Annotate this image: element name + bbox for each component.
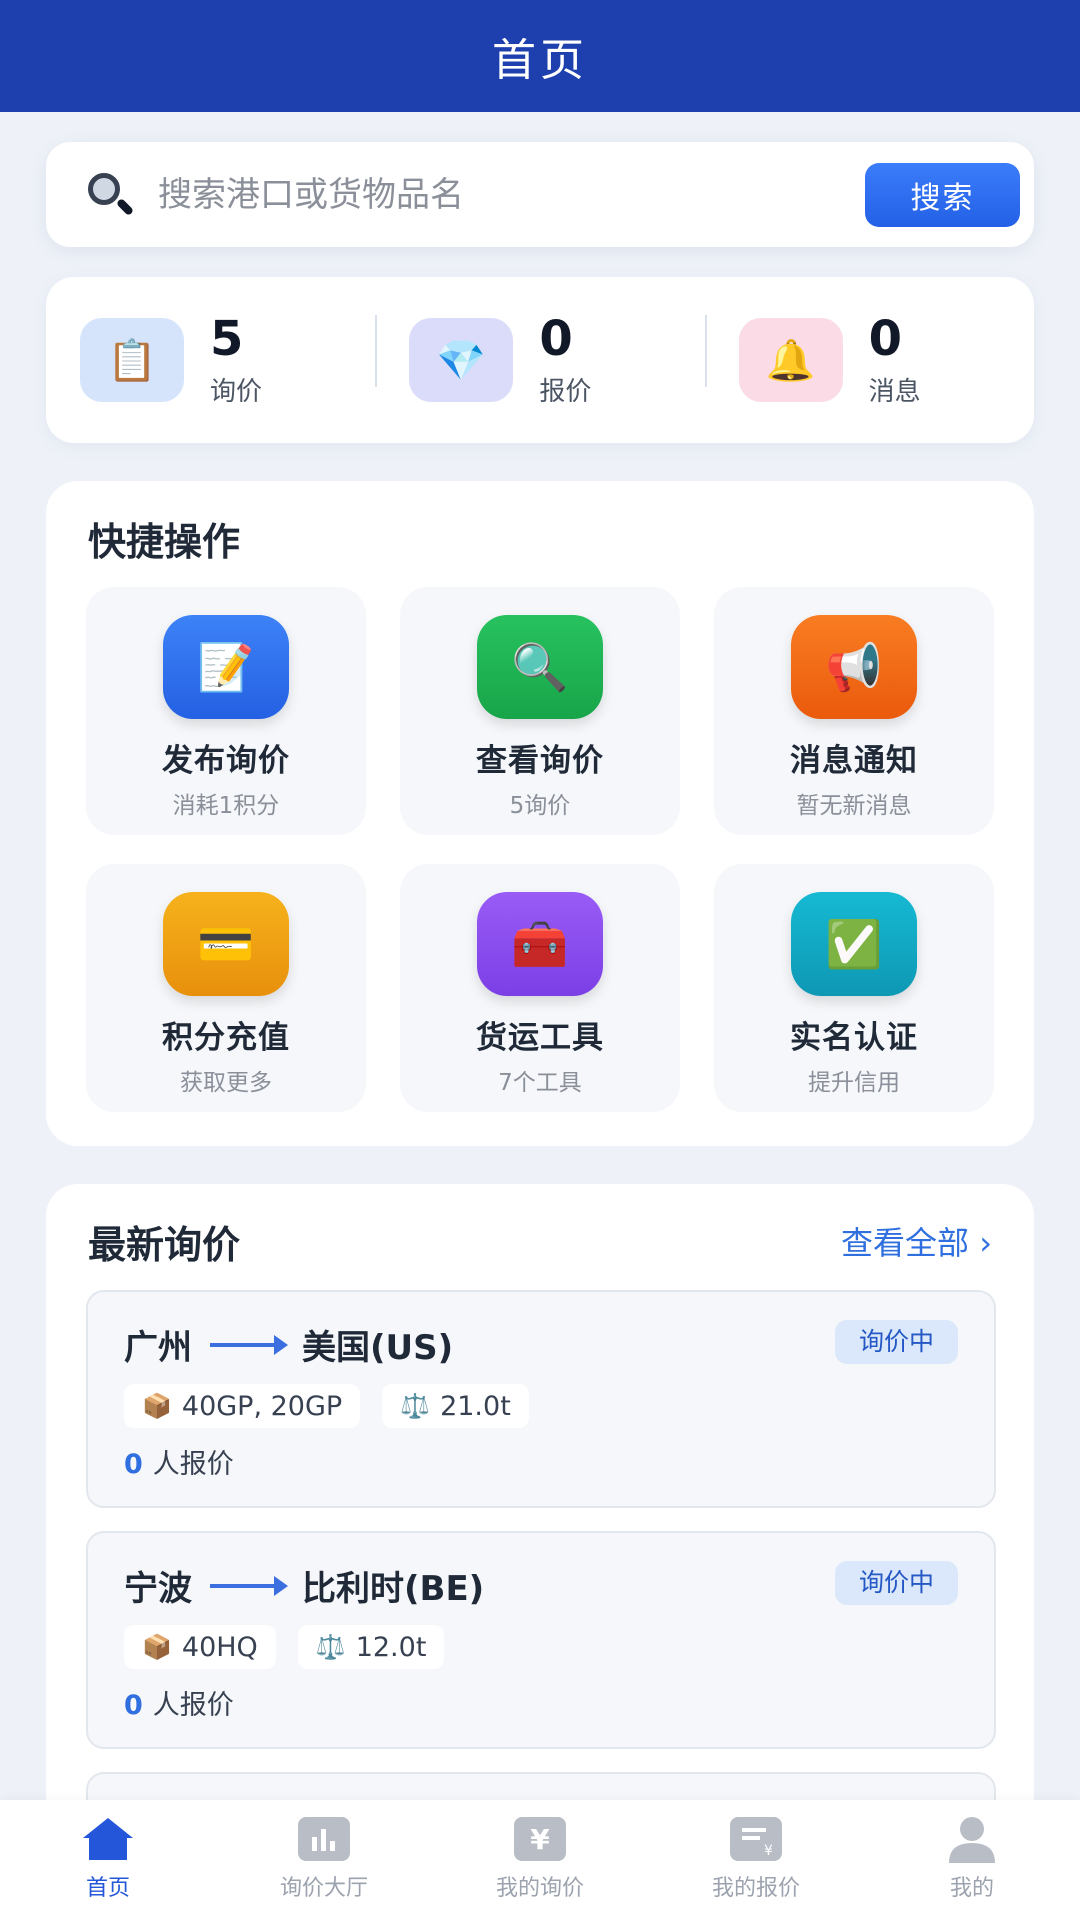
section-title: 快捷操作 [88,520,241,564]
check-mark-icon: ✅ [791,892,917,996]
bell-icon: 🔔 [738,318,843,402]
tile-title: 积分充值 [162,1020,290,1056]
stats-summary: 📋 5 询价 💎 0 报价 🔔 0 消息 [46,277,1034,443]
destination: 美国(US) [302,1328,454,1368]
container-chip: 📦 40HQ [124,1625,276,1669]
stat-label: 询价 [210,376,263,407]
tile-subtitle: 提升信用 [808,1070,900,1096]
quote-count: 0 人报价 [124,1683,234,1722]
stat-value: 0 [868,310,903,367]
origin-port: 宁波 [124,1569,192,1609]
inquiry-card[interactable]: 宁波 比利时(BE) 询价中 📦 40HQ ⚖️ 12.0t 0 人报价 [86,1531,996,1749]
bottom-tab-bar: 首页 询价大厅 ¥ 我的询价 ¥ 我的报价 我的 [0,1800,1080,1920]
quote-count-number: 0 [124,1690,143,1721]
container-chip: 📦 40GP, 20GP [124,1384,361,1428]
search-input[interactable] [158,162,865,227]
tile-title: 发布询价 [162,743,290,779]
tab-label: 首页 [85,1876,130,1901]
status-badge: 询价中 [834,1320,958,1364]
destination: 比利时(BE) [302,1569,485,1609]
stat-label: 报价 [539,376,592,407]
credit-card-icon: 💳 [163,892,289,996]
tab-label: 我的询价 [495,1876,584,1901]
section-title: 最新询价 [88,1223,241,1267]
arrow-right-icon [210,1334,288,1355]
quick-action-publish-inquiry[interactable]: 📝 发布询价 消耗1积分 [86,587,366,835]
tile-subtitle: 消耗1积分 [172,793,280,819]
weight-chip: ⚖️ 12.0t [297,1625,445,1669]
arrow-right-icon [210,1575,288,1596]
diamond-icon: 💎 [409,318,514,402]
route: 宁波 比利时(BE) [124,1561,484,1610]
inquiry-card[interactable]: 广州 美国(US) 询价中 📦 40GP, 20GP ⚖️ 21.0t 0 人报价 [86,1290,996,1508]
quick-action-real-name-verification[interactable]: ✅ 实名认证 提升信用 [714,864,994,1112]
stat-messages[interactable]: 🔔 0 消息 [704,277,1034,443]
search-icon [84,169,136,221]
top-bar: 首页 [0,0,1080,112]
tile-title: 实名认证 [790,1020,918,1056]
container-types: 40HQ [181,1631,258,1663]
tile-subtitle: 获取更多 [180,1070,272,1096]
bar-chart-icon [297,1814,351,1864]
quick-action-view-inquiries[interactable]: 🔍 查看询价 5询价 [400,587,680,835]
home-icon [81,1814,135,1864]
tab-label: 我的报价 [711,1876,800,1901]
tab-my-inquiries[interactable]: ¥ 我的询价 [432,1800,648,1920]
quick-action-notifications[interactable]: 📢 消息通知 暂无新消息 [714,587,994,835]
tab-me[interactable]: 我的 [864,1800,1080,1920]
package-icon: 📦 [142,1633,172,1661]
tile-title: 查看询价 [476,743,604,779]
user-icon [945,1814,999,1864]
stat-quotes[interactable]: 💎 0 报价 [375,277,704,443]
magnifier-icon: 🔍 [477,615,603,719]
yen-chat-icon: ¥ [513,1814,567,1864]
route: 广州 美国(US) [124,1320,453,1369]
svg-text:¥: ¥ [764,1843,773,1859]
quick-actions-section: 快捷操作 📝 发布询价 消耗1积分 🔍 查看询价 5询价 📢 消息通知 暂无新消… [46,481,1034,1146]
weight-chip: ⚖️ 21.0t [382,1384,529,1428]
page-title: 首页 [492,35,588,86]
quote-count-number: 0 [124,1449,143,1480]
stat-value: 0 [539,310,573,367]
clipboard-icon: 📋 [80,318,184,402]
tab-label: 询价大厅 [279,1876,368,1901]
tab-inquiry-hall[interactable]: 询价大厅 [216,1800,432,1920]
stat-inquiries[interactable]: 📋 5 询价 [46,277,375,443]
cargo-weight: 21.0t [440,1390,511,1422]
memo-icon: 📝 [163,615,289,719]
scale-icon: ⚖️ [315,1633,346,1661]
stat-label: 消息 [868,376,921,407]
tile-subtitle: 暂无新消息 [796,793,912,819]
tab-home[interactable]: 首页 [0,1800,216,1920]
tab-my-quotes[interactable]: ¥ 我的报价 [648,1800,864,1920]
tile-title: 货运工具 [476,1020,604,1056]
view-all-link[interactable]: 查看全部 › [841,1218,992,1264]
status-badge: 询价中 [834,1561,958,1605]
quick-action-freight-tools[interactable]: 🧰 货运工具 7个工具 [400,864,680,1112]
yen-document-icon: ¥ [729,1814,783,1864]
quick-action-recharge-points[interactable]: 💳 积分充值 获取更多 [86,864,366,1112]
quote-count-label: 人报价 [152,1449,234,1480]
tab-label: 我的 [949,1876,994,1901]
quote-count-label: 人报价 [152,1690,234,1721]
stat-value: 5 [210,310,244,367]
cargo-weight: 12.0t [355,1631,427,1663]
tile-subtitle: 5询价 [509,793,571,819]
search-button[interactable]: 搜索 [865,162,1020,227]
tile-subtitle: 7个工具 [498,1070,582,1096]
tile-title: 消息通知 [790,743,918,779]
package-icon: 📦 [142,1392,172,1420]
scale-icon: ⚖️ [400,1392,431,1420]
container-types: 40GP, 20GP [181,1390,343,1422]
origin-port: 广州 [124,1328,192,1368]
megaphone-icon: 📢 [791,615,917,719]
search-bar: 搜索 [46,142,1034,247]
quote-count: 0 人报价 [124,1442,234,1481]
toolbox-icon: 🧰 [477,892,603,996]
